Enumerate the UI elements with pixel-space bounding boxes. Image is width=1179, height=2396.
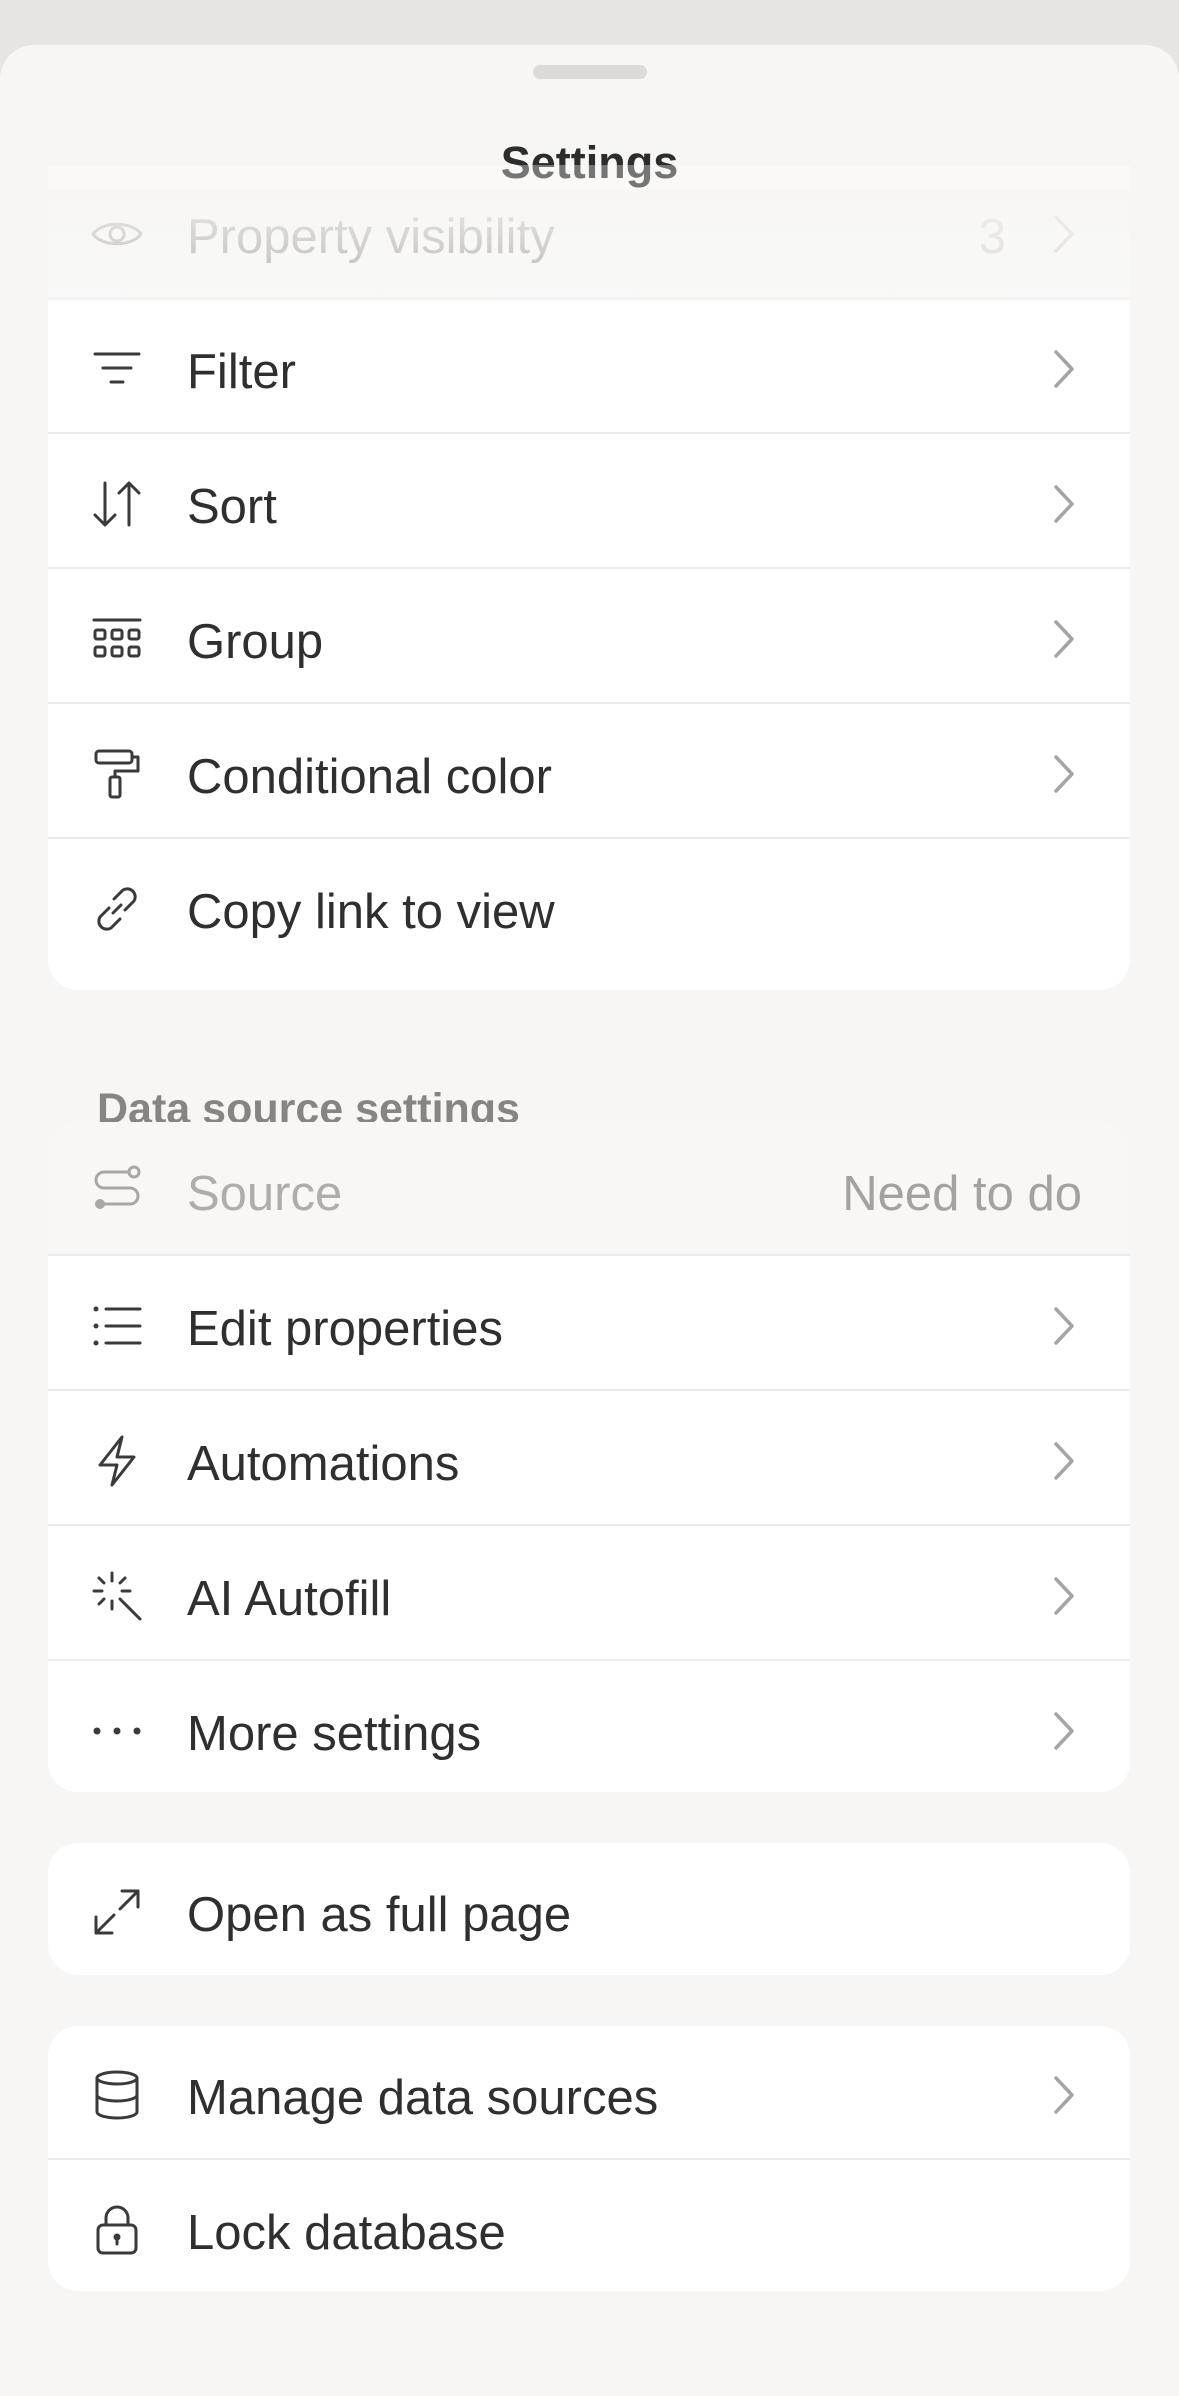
property-visibility-label: Property visibility [187, 210, 555, 264]
source-row: Source Need to do [48, 1122, 1130, 1256]
filter-row[interactable]: Filter [48, 300, 1130, 434]
chevron-right-icon [1050, 751, 1078, 797]
sparkle-icon [90, 1569, 144, 1623]
source-value: Need to do [842, 1167, 1082, 1221]
chevron-right-icon [1050, 1438, 1078, 1484]
list-icon [90, 1299, 144, 1353]
manage-data-sources-row[interactable]: Manage data sources [48, 2026, 1130, 2160]
lightning-icon [90, 1434, 144, 1488]
source-icon [90, 1164, 144, 1218]
open-full-page-card: Open as full page [48, 1843, 1130, 1975]
property-visibility-count: 3 [978, 210, 1006, 264]
lock-database-label: Lock database [187, 2206, 506, 2260]
conditional-color-label: Conditional color [187, 750, 552, 804]
chevron-right-icon [1050, 346, 1078, 392]
chevron-right-icon [1050, 1573, 1078, 1619]
expand-icon [90, 1885, 144, 1939]
automations-row[interactable]: Automations [48, 1392, 1130, 1526]
chevron-right-icon [1050, 616, 1078, 662]
open-full-page-row[interactable]: Open as full page [48, 1843, 1130, 1975]
sort-label: Sort [187, 480, 277, 534]
ai-autofill-label: AI Autofill [187, 1572, 392, 1626]
chevron-right-icon [1050, 2072, 1078, 2118]
lock-database-row[interactable]: Lock database [48, 2161, 1130, 2291]
more-icon [90, 1704, 144, 1758]
chevron-right-icon [1050, 211, 1078, 257]
sheet-grabber[interactable] [533, 65, 647, 79]
more-settings-row[interactable]: More settings [48, 1662, 1130, 1792]
view-settings-card: Property visibility 3 Filter Sort Group … [48, 165, 1130, 990]
group-label: Group [187, 615, 324, 669]
paint-roller-icon [90, 747, 144, 801]
chevron-right-icon [1050, 1708, 1078, 1754]
sort-row[interactable]: Sort [48, 435, 1130, 569]
edit-properties-row[interactable]: Edit properties [48, 1257, 1130, 1391]
filter-icon [90, 342, 144, 396]
filter-label: Filter [187, 345, 296, 399]
group-icon [90, 612, 144, 666]
link-icon [90, 882, 144, 936]
manage-data-sources-label: Manage data sources [187, 2071, 659, 2125]
database-icon [90, 2068, 144, 2122]
ai-autofill-row[interactable]: AI Autofill [48, 1527, 1130, 1661]
copy-link-label: Copy link to view [187, 885, 555, 939]
data-source-card: Source Need to do Edit properties Automa… [48, 1122, 1130, 1792]
chevron-right-icon [1050, 1303, 1078, 1349]
chevron-right-icon [1050, 481, 1078, 527]
open-full-page-label: Open as full page [187, 1888, 572, 1942]
copy-link-row[interactable]: Copy link to view [48, 840, 1130, 990]
lock-icon [90, 2203, 144, 2257]
property-visibility-row[interactable]: Property visibility 3 [48, 165, 1130, 299]
source-label: Source [187, 1167, 343, 1221]
automations-label: Automations [187, 1437, 460, 1491]
edit-properties-label: Edit properties [187, 1302, 503, 1356]
database-card: Manage data sources Lock database [48, 2026, 1130, 2291]
group-row[interactable]: Group [48, 570, 1130, 704]
more-settings-label: More settings [187, 1707, 482, 1761]
conditional-color-row[interactable]: Conditional color [48, 705, 1130, 839]
sort-icon [90, 477, 144, 531]
eye-icon [90, 207, 144, 261]
settings-sheet: Settings Property visibility 3 Filter So… [0, 45, 1179, 2396]
